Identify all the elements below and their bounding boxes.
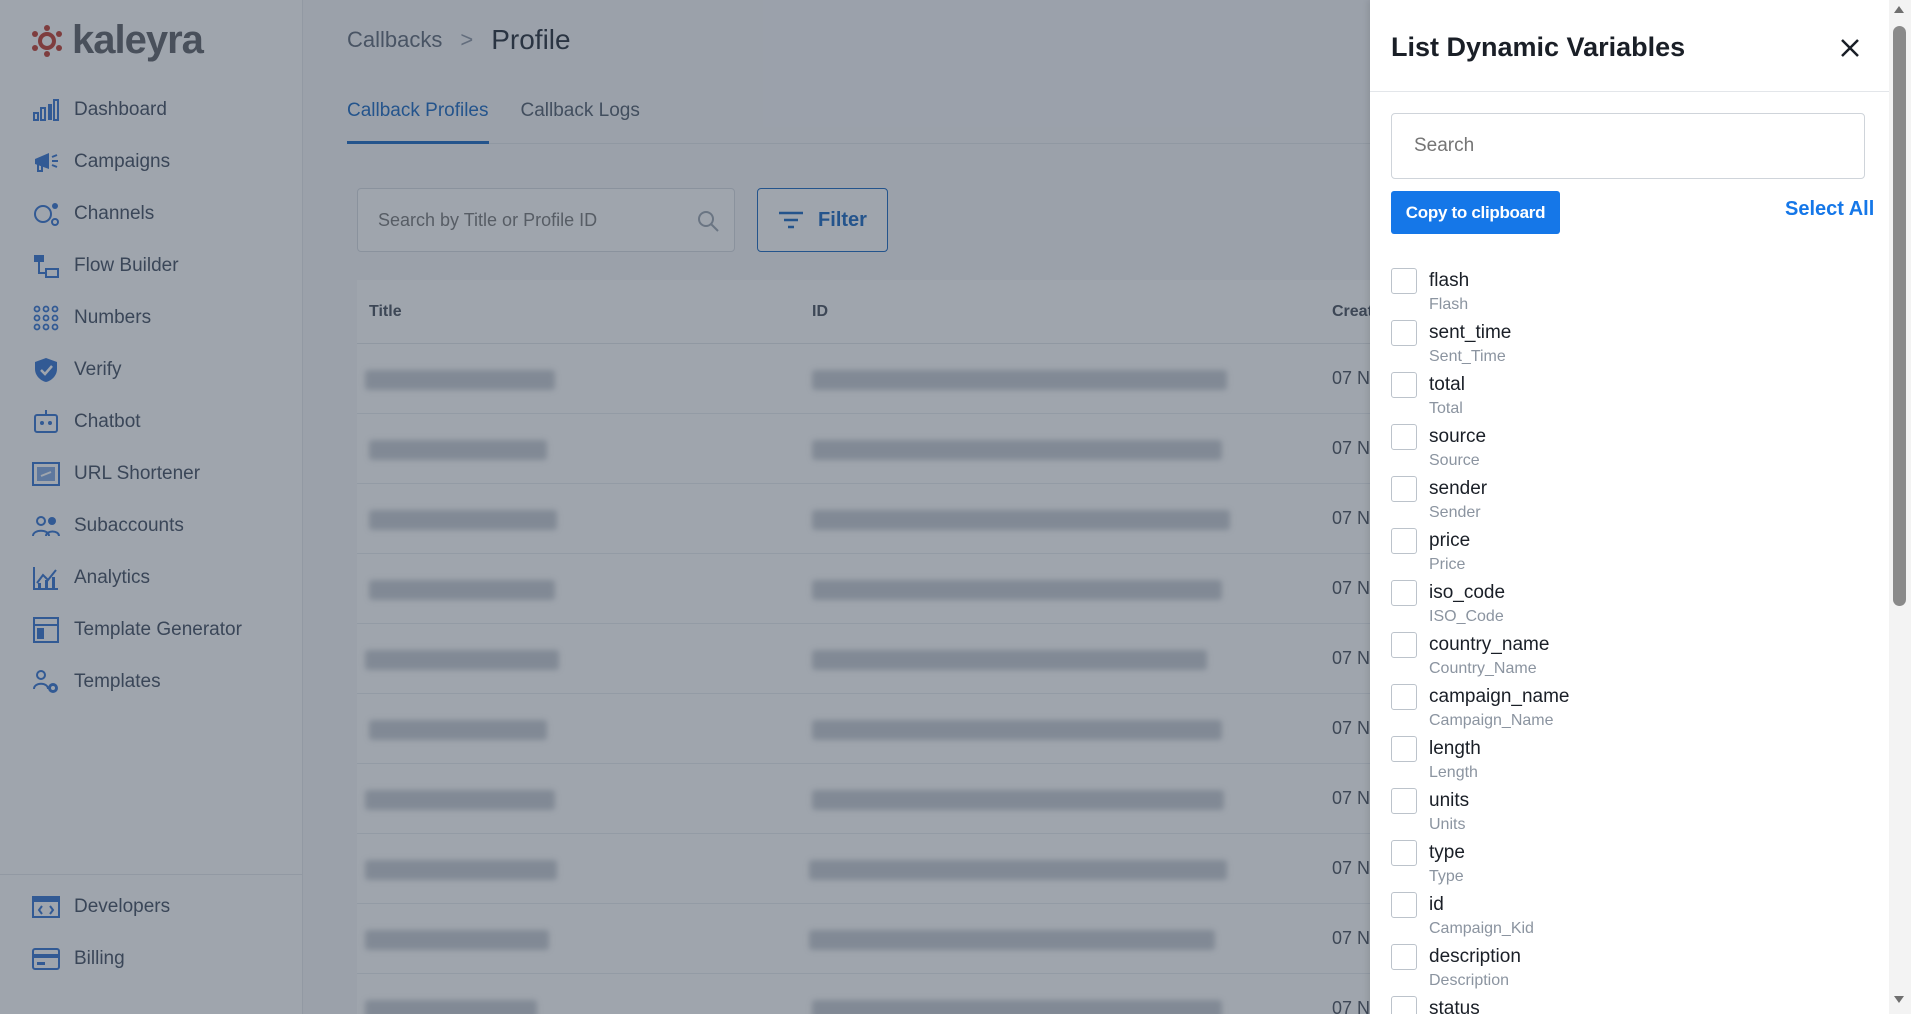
variable-name: status (1429, 998, 1480, 1014)
app-root: kaleyra Dashboard Campaigns Channels Flo… (0, 0, 1911, 1014)
list-item: description Description (1391, 942, 1861, 994)
variable-name: units (1429, 790, 1470, 811)
variable-checkbox[interactable] (1391, 788, 1417, 814)
variable-label: Price (1429, 556, 1466, 573)
variable-name: campaign_name (1429, 686, 1570, 707)
drawer-scrollbar[interactable] (1889, 0, 1911, 1014)
variable-checkbox[interactable] (1391, 736, 1417, 762)
variable-label: Sender (1429, 504, 1481, 521)
list-item: sent_time Sent_Time (1391, 318, 1861, 370)
list-item: sender Sender (1391, 474, 1861, 526)
variable-label: Campaign_Kid (1429, 920, 1534, 937)
select-all-link[interactable]: Select All (1785, 198, 1874, 221)
modal-backdrop[interactable] (0, 0, 1371, 1014)
variable-name: source (1429, 426, 1487, 447)
list-item: price Price (1391, 526, 1861, 578)
close-button[interactable] (1834, 32, 1866, 64)
list-item: status (1391, 994, 1861, 1014)
list-item: type Type (1391, 838, 1861, 890)
variable-name: country_name (1429, 634, 1550, 655)
dynamic-variables-drawer: List Dynamic Variables Copy to clipboard… (1370, 0, 1911, 1014)
variable-checkbox[interactable] (1391, 268, 1417, 294)
variable-label: Total (1429, 400, 1463, 417)
variable-label: Description (1429, 972, 1510, 989)
variable-checkbox[interactable] (1391, 528, 1417, 554)
variable-name: type (1429, 842, 1465, 863)
variable-checkbox[interactable] (1391, 996, 1417, 1014)
variable-name: iso_code (1429, 582, 1506, 603)
variable-name: price (1429, 530, 1471, 551)
variable-name: total (1429, 374, 1465, 395)
variable-label: Type (1429, 868, 1464, 885)
variable-checkbox[interactable] (1391, 840, 1417, 866)
variable-list: flash Flash sent_time Sent_Time total Total… (1391, 266, 1861, 1014)
variable-name: flash (1429, 270, 1470, 291)
list-item: units Units (1391, 786, 1861, 838)
variable-name: sender (1429, 478, 1488, 499)
variable-checkbox[interactable] (1391, 320, 1417, 346)
variable-checkbox[interactable] (1391, 476, 1417, 502)
close-icon (1841, 39, 1859, 57)
list-item: source Source (1391, 422, 1861, 474)
variable-label: Sent_Time (1429, 348, 1506, 365)
variable-name: sent_time (1429, 322, 1512, 343)
variable-label: Source (1429, 452, 1480, 469)
list-item: campaign_name Campaign_Name (1391, 682, 1861, 734)
variable-label: Campaign_Name (1429, 712, 1554, 729)
variable-name: length (1429, 738, 1481, 759)
variable-label: Units (1429, 816, 1466, 833)
variable-label: Length (1429, 764, 1478, 781)
list-item: iso_code ISO_Code (1391, 578, 1861, 630)
copy-to-clipboard-button[interactable]: Copy to clipboard (1391, 191, 1560, 234)
variable-checkbox[interactable] (1391, 892, 1417, 918)
variable-search-input[interactable] (1391, 113, 1865, 179)
variable-name: description (1429, 946, 1521, 967)
variable-checkbox[interactable] (1391, 944, 1417, 970)
scroll-down-arrow-icon[interactable] (1894, 996, 1904, 1003)
list-item: length Length (1391, 734, 1861, 786)
variable-label: Flash (1429, 296, 1469, 313)
variable-label: ISO_Code (1429, 608, 1504, 625)
drawer-title: List Dynamic Variables (1391, 32, 1686, 62)
variable-checkbox[interactable] (1391, 580, 1417, 606)
list-item: country_name Country_Name (1391, 630, 1861, 682)
drawer-header: List Dynamic Variables (1370, 0, 1911, 92)
variable-checkbox[interactable] (1391, 632, 1417, 658)
variable-checkbox[interactable] (1391, 684, 1417, 710)
variable-checkbox[interactable] (1391, 424, 1417, 450)
variable-name: id (1429, 894, 1444, 915)
variable-label: Country_Name (1429, 660, 1537, 677)
variable-checkbox[interactable] (1391, 372, 1417, 398)
list-item: id Campaign_Kid (1391, 890, 1861, 942)
list-item: flash Flash (1391, 266, 1861, 318)
list-item: total Total (1391, 370, 1861, 422)
scroll-up-arrow-icon[interactable] (1894, 6, 1904, 13)
scrollbar-thumb[interactable] (1893, 26, 1906, 606)
